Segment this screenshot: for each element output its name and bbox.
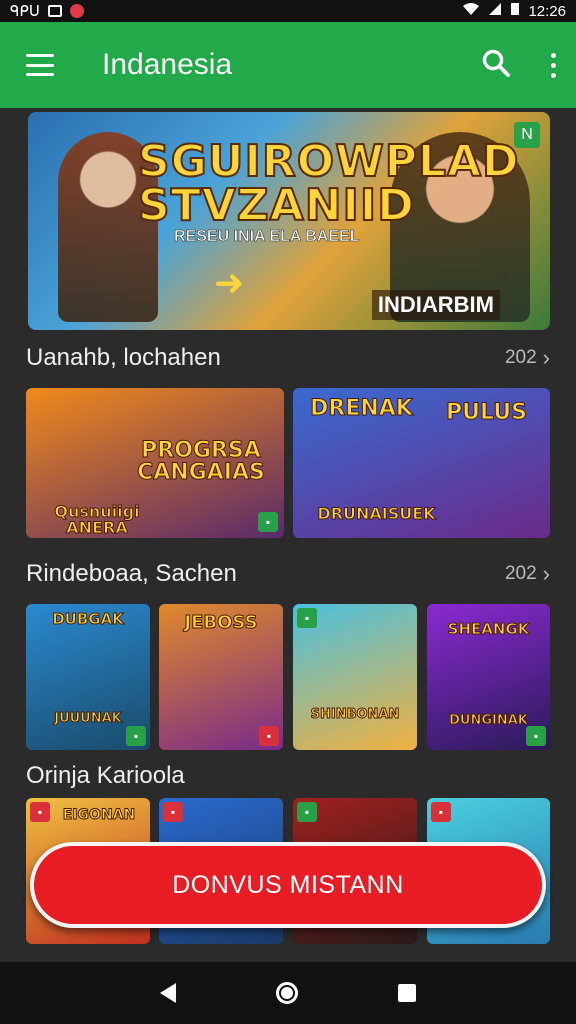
section-count: 202: [504, 563, 537, 584]
section-header[interactable]: Rindeboaa, Sachen 202 ›: [26, 560, 550, 588]
game-card[interactable]: PROGRSA CANGAIAS Qusnuiigi ANERA ▪: [26, 388, 284, 538]
signal-icon: [488, 2, 502, 20]
section-header[interactable]: Uanahb, lochahen 202 ›: [26, 344, 550, 372]
chevron-right-icon: ›: [542, 345, 550, 370]
banner-title: SGUIROWPLAD STVZANIID: [137, 136, 520, 231]
card-subtitle: JUUUNAK: [54, 711, 123, 726]
card-title-2: PULUS: [446, 400, 528, 425]
card-title: SHEANGK: [447, 620, 530, 638]
arrow-icon: ➜: [214, 262, 245, 303]
card-badge-icon: ▪: [431, 802, 451, 822]
section-count: 202: [504, 347, 537, 368]
carrier-text: ᑫᑭᑌ: [10, 3, 40, 20]
content-scroll[interactable]: SGUIROWPLAD STVZANIID RESEU INIA ELA BAE…: [0, 108, 576, 962]
game-card[interactable]: SHEANGK DUNGINAK ▪: [427, 604, 550, 750]
card-title: EIGONAN: [62, 807, 136, 823]
card-title: JEBOSS: [184, 612, 258, 633]
game-card[interactable]: DRENAK PULUS DRUNAISUEK: [293, 388, 550, 538]
recent-apps-icon[interactable]: [398, 984, 416, 1002]
card-badge-icon: ▪: [163, 802, 183, 822]
app-notification-icon: [69, 4, 84, 18]
banner-subtitle: RESEU INIA ELA BAEEL: [174, 228, 360, 246]
wifi-icon: [462, 2, 480, 20]
card-title: DRENAK: [310, 396, 414, 421]
card-badge-icon: ▪: [30, 802, 50, 822]
app-title: Indanesia: [102, 48, 233, 81]
section-header[interactable]: Orinja Karioola: [26, 762, 550, 790]
card-badge-icon: ▪: [258, 512, 278, 532]
menu-icon[interactable]: [26, 54, 54, 76]
home-icon[interactable]: [276, 982, 298, 1004]
chevron-right-icon: ›: [542, 561, 550, 586]
game-card[interactable]: JEBOSS ▪: [159, 604, 283, 750]
banner-badge: N: [514, 122, 540, 148]
card-title: DUBGAK: [52, 610, 125, 628]
card-title: SHINBONAN: [310, 707, 400, 722]
featured-banner[interactable]: SGUIROWPLAD STVZANIID RESEU INIA ELA BAE…: [28, 112, 550, 330]
back-icon[interactable]: [160, 983, 176, 1003]
section-title: Orinja Karioola: [26, 762, 185, 789]
search-icon[interactable]: [481, 48, 511, 83]
battery-icon: [510, 2, 520, 20]
card-badge-icon: ▪: [526, 726, 546, 746]
notification-icon: [47, 5, 62, 17]
card-badge-icon: ▪: [297, 608, 317, 628]
game-card[interactable]: DUBGAK JUUUNAK ▪: [26, 604, 150, 750]
cta-button[interactable]: DONVUS MISTANN: [30, 842, 546, 928]
app-bar: Indanesia: [0, 22, 576, 108]
overflow-menu-icon[interactable]: [551, 52, 556, 78]
section-title: Rindeboaa, Sachen: [26, 560, 237, 587]
game-card[interactable]: SHINBONAN ▪: [293, 604, 417, 750]
card-badge-icon: ▪: [297, 802, 317, 822]
card-title: PROGRSA CANGAIAS: [137, 438, 266, 485]
card-subtitle: DUNGINAK: [449, 713, 529, 728]
status-bar: ᑫᑭᑌ 12:26: [0, 0, 576, 22]
card-subtitle: DRUNAISUEK: [317, 504, 436, 523]
card-subtitle: Qusnuiigi ANERA: [54, 502, 140, 537]
card-badge-icon: ▪: [259, 726, 279, 746]
system-nav-bar: [0, 962, 576, 1024]
section-title: Uanahb, lochahen: [26, 344, 221, 371]
banner-tag: INDIARBIM: [371, 290, 500, 320]
clock: 12:26: [528, 2, 566, 20]
card-badge-icon: ▪: [126, 726, 146, 746]
